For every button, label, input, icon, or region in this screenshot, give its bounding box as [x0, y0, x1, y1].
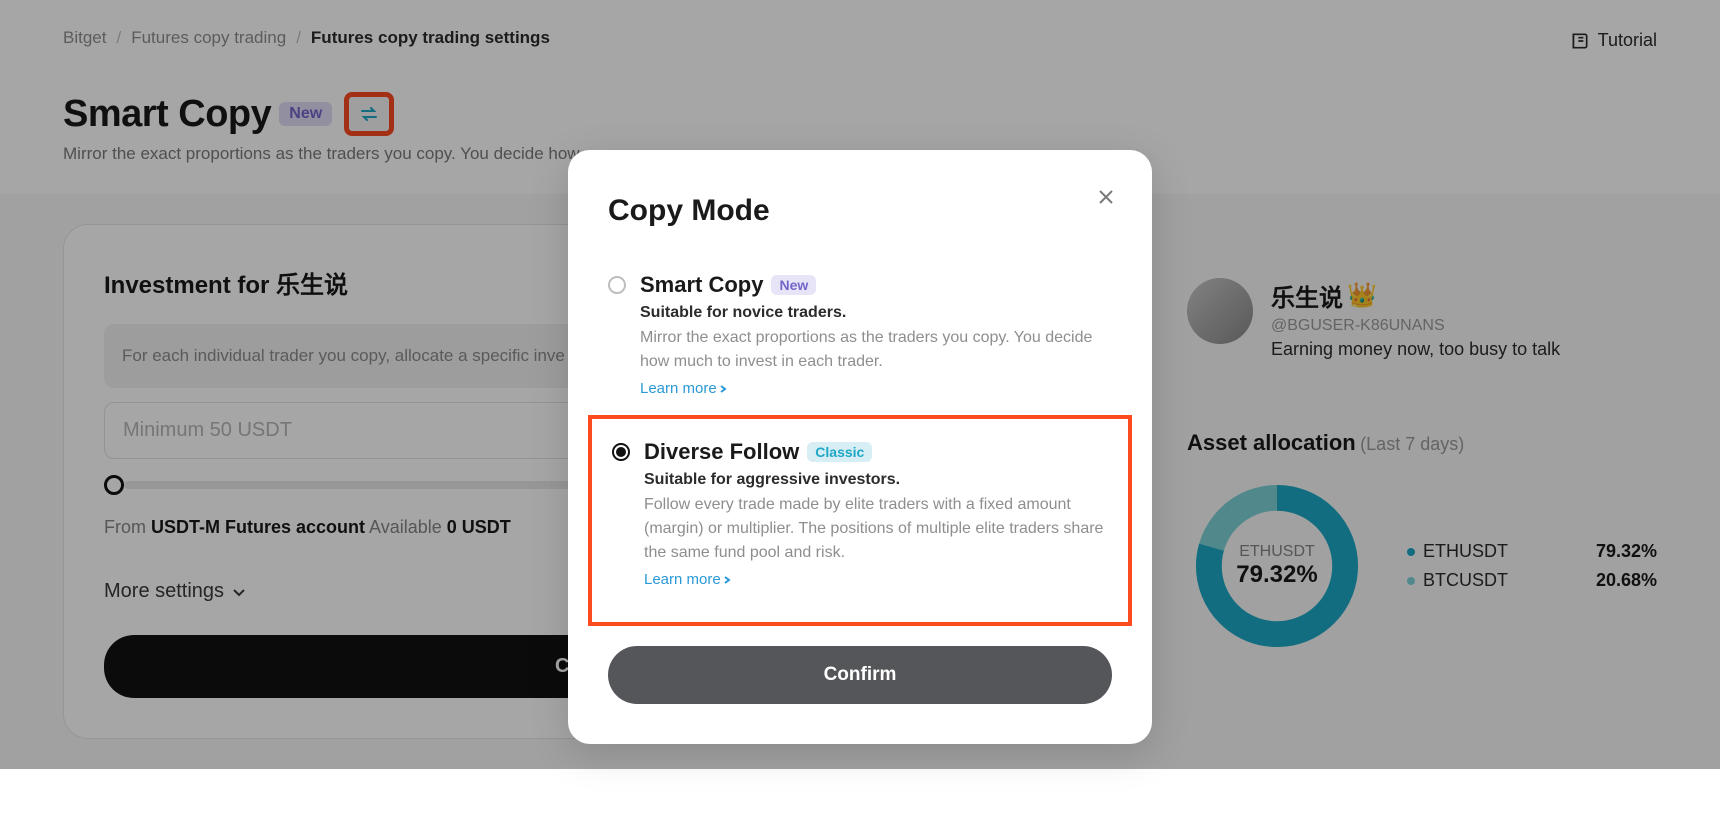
slider-knob[interactable]: [104, 475, 124, 495]
legend-dot-icon: [1407, 577, 1415, 585]
trader-handle: @BGUSER-K86UNANS: [1271, 317, 1560, 335]
crown-icon: 👑: [1347, 281, 1377, 310]
legend: ETHUSDT 79.32% BTCUSDT 20.68%: [1407, 533, 1657, 599]
copy-mode-modal: Copy Mode Smart Copy New Suitable for no…: [568, 150, 1152, 744]
diverse-follow-subtitle: Suitable for aggressive investors.: [644, 471, 1118, 489]
asset-allocation-title: Asset allocation: [1187, 430, 1356, 455]
classic-badge: Classic: [807, 442, 872, 462]
donut-center-value: 79.32%: [1236, 561, 1317, 589]
tutorial-link[interactable]: Tutorial: [1570, 30, 1657, 51]
breadcrumb-futures-copy-trading[interactable]: Futures copy trading: [131, 28, 286, 48]
radio-smart-copy[interactable]: [608, 276, 626, 294]
chevron-right-icon: [723, 575, 731, 585]
radio-diverse-follow[interactable]: [612, 443, 630, 461]
learn-more-link[interactable]: Learn more: [640, 380, 1112, 397]
smart-copy-description: Mirror the exact proportions as the trad…: [640, 326, 1112, 374]
swap-mode-button[interactable]: [344, 92, 394, 136]
avatar[interactable]: [1187, 278, 1253, 344]
mode-option-diverse-follow[interactable]: Diverse Follow Classic Suitable for aggr…: [602, 425, 1118, 606]
swap-icon: [360, 107, 378, 121]
breadcrumb-sep: /: [116, 28, 121, 48]
breadcrumb-sep: /: [296, 28, 301, 48]
book-icon: [1570, 31, 1590, 51]
breadcrumb: Bitget / Futures copy trading / Futures …: [0, 0, 1720, 60]
breadcrumb-bitget[interactable]: Bitget: [63, 28, 106, 48]
modal-title: Copy Mode: [608, 194, 1112, 228]
smart-copy-name: Smart Copy: [640, 272, 763, 298]
close-icon: [1096, 187, 1116, 207]
page-title: Smart Copy: [63, 93, 271, 136]
trader-bio: Earning money now, too busy to talk: [1271, 339, 1560, 360]
diverse-follow-description: Follow every trade made by elite traders…: [644, 493, 1118, 565]
mode-option-smart-copy[interactable]: Smart Copy New Suitable for novice trade…: [608, 258, 1112, 415]
new-badge: New: [279, 102, 332, 126]
donut-chart: ETHUSDT 79.32%: [1187, 476, 1367, 656]
learn-more-link[interactable]: Learn more: [644, 571, 1118, 588]
new-badge: New: [771, 275, 816, 295]
more-settings-label: More settings: [104, 580, 224, 603]
trader-name: 乐生说 👑: [1271, 278, 1560, 313]
donut-center-name: ETHUSDT: [1239, 543, 1315, 561]
asset-allocation-subtitle: (Last 7 days): [1360, 434, 1464, 454]
legend-item: BTCUSDT 20.68%: [1407, 570, 1657, 591]
chevron-right-icon: [719, 384, 727, 394]
smart-copy-subtitle: Suitable for novice traders.: [640, 304, 1112, 322]
diverse-follow-name: Diverse Follow: [644, 439, 799, 465]
chevron-down-icon: [232, 587, 246, 597]
close-button[interactable]: [1096, 186, 1116, 214]
legend-dot-icon: [1407, 548, 1415, 556]
legend-item: ETHUSDT 79.32%: [1407, 541, 1657, 562]
confirm-button[interactable]: Confirm: [608, 646, 1112, 704]
breadcrumb-settings: Futures copy trading settings: [311, 28, 550, 48]
tutorial-label: Tutorial: [1598, 30, 1657, 51]
